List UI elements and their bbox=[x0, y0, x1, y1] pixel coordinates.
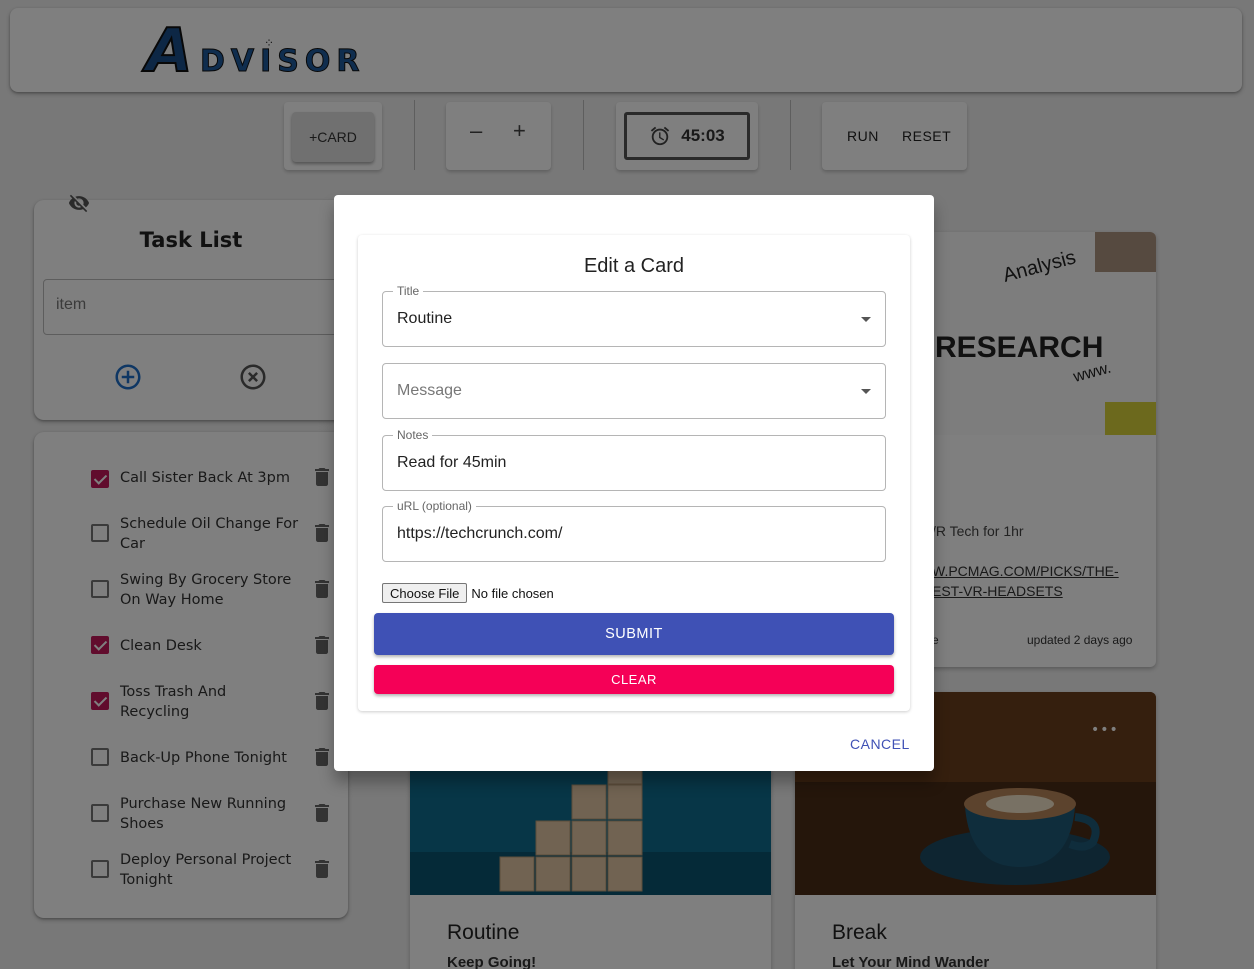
notes-field[interactable]: Notes Read for 45min bbox=[382, 428, 886, 491]
clear-button[interactable]: CLEAR bbox=[374, 665, 894, 694]
file-input: Choose File No file chosen bbox=[382, 583, 554, 603]
dropdown-caret-icon bbox=[861, 389, 871, 394]
message-placeholder: Message bbox=[397, 382, 462, 399]
choose-file-button[interactable]: Choose File bbox=[382, 583, 468, 603]
title-select[interactable]: Title Routine bbox=[382, 284, 886, 347]
cancel-button[interactable]: CANCEL bbox=[850, 736, 910, 752]
url-value: https://techcrunch.com/ bbox=[397, 525, 563, 542]
title-value: Routine bbox=[397, 310, 453, 327]
edit-card-dialog: Edit a Card Title Routine Message Notes … bbox=[334, 195, 934, 771]
notes-value: Read for 45min bbox=[397, 454, 507, 471]
submit-button[interactable]: SUBMIT bbox=[374, 613, 894, 655]
dialog-title: Edit a Card bbox=[583, 255, 685, 277]
message-select[interactable]: Message bbox=[382, 363, 886, 419]
dropdown-caret-icon bbox=[861, 317, 871, 322]
file-status: No file chosen bbox=[471, 585, 554, 601]
url-field[interactable]: uRL (optional) https://techcrunch.com/ bbox=[382, 499, 886, 562]
title-legend: Title bbox=[393, 284, 424, 298]
notes-legend: Notes bbox=[393, 428, 433, 442]
url-legend: uRL (optional) bbox=[393, 499, 476, 513]
